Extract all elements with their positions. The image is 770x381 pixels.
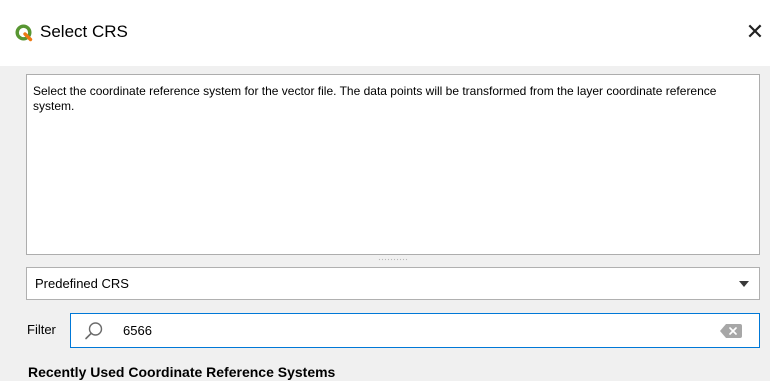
window-title: Select CRS <box>40 22 128 41</box>
clear-icon[interactable] <box>720 324 742 338</box>
filter-input[interactable]: 6566 <box>70 313 760 348</box>
title-bar: Select CRS ✕ <box>0 0 770 66</box>
filter-value: 6566 <box>123 323 152 338</box>
qgis-logo-icon <box>15 24 33 42</box>
search-icon <box>85 322 103 340</box>
close-icon: ✕ <box>745 19 765 44</box>
close-button[interactable]: ✕ <box>740 17 770 47</box>
chevron-down-icon <box>739 281 749 287</box>
crs-type-selected-value: Predefined CRS <box>35 276 129 291</box>
recent-crs-heading: Recently Used Coordinate Reference Syste… <box>28 364 336 380</box>
crs-type-select[interactable]: Predefined CRS <box>26 267 760 300</box>
filter-label: Filter <box>27 322 56 337</box>
splitter-handle[interactable] <box>378 258 408 261</box>
description-text: Select the coordinate reference system f… <box>26 74 760 255</box>
